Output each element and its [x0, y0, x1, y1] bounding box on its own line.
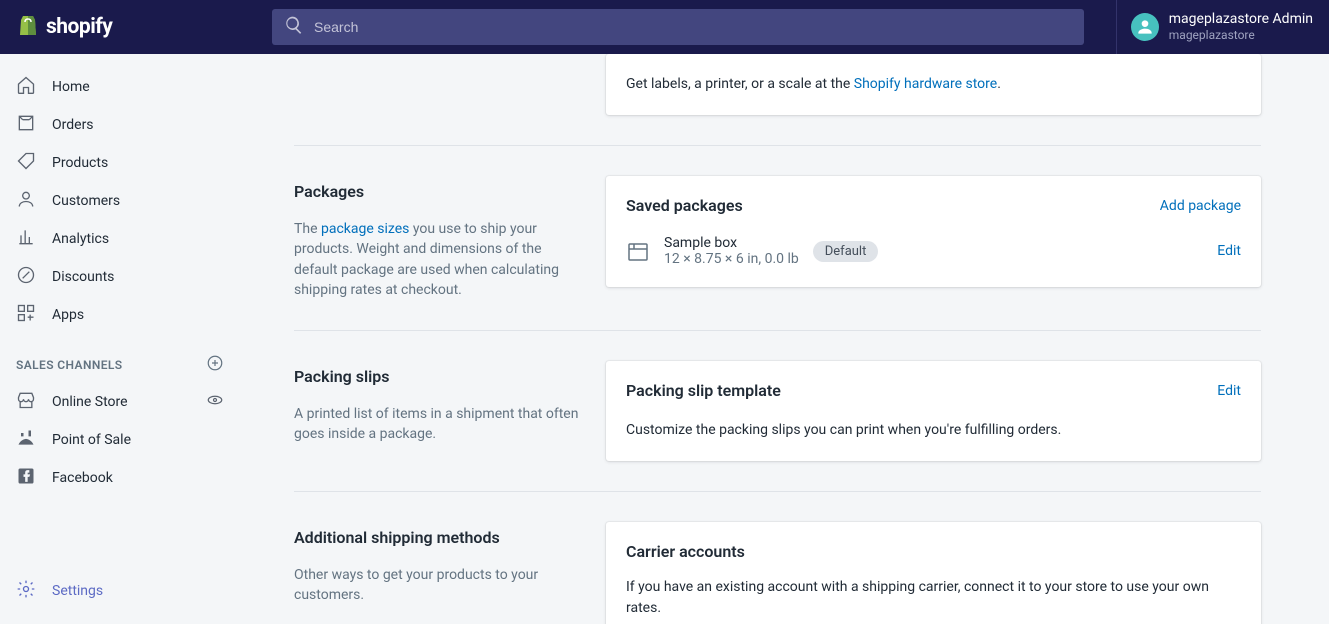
packing-slip-card: Packing slip template Edit Customize the…: [606, 361, 1261, 461]
card-title: Carrier accounts: [626, 542, 745, 561]
sidebar-item-label: Discounts: [52, 269, 114, 285]
edit-template-link[interactable]: Edit: [1217, 383, 1241, 399]
sidebar-heading-sales-channels: SALES CHANNELS: [0, 334, 240, 383]
section-additional-methods: Additional shipping methods Other ways t…: [294, 491, 1261, 624]
default-badge: Default: [813, 241, 879, 262]
package-name: Sample box: [664, 235, 799, 251]
sidebar-item-label: Products: [52, 155, 108, 171]
section-packing-slips: Packing slips A printed list of items in…: [294, 330, 1261, 491]
search-icon: [284, 15, 304, 39]
sidebar-item-home[interactable]: Home: [0, 68, 240, 106]
sidebar-item-facebook[interactable]: Facebook: [0, 459, 240, 497]
section-description: Other ways to get your products to your …: [294, 565, 586, 606]
sidebar-item-apps[interactable]: Apps: [0, 296, 240, 334]
analytics-icon: [16, 227, 36, 251]
sidebar-item-orders[interactable]: Orders: [0, 106, 240, 144]
customers-icon: [16, 189, 36, 213]
sidebar-item-label: Customers: [52, 193, 120, 209]
search-input[interactable]: [314, 19, 1072, 35]
sidebar-item-label: Home: [52, 79, 90, 95]
user-store: mageplazastore: [1169, 28, 1313, 42]
package-row: Sample box 12 × 8.75 × 6 in, 0.0 lb Defa…: [626, 235, 1241, 267]
sidebar-item-label: Orders: [52, 117, 94, 133]
sidebar-item-label: Point of Sale: [52, 432, 131, 448]
section-heading: Additional shipping methods: [294, 528, 586, 547]
package-sizes-link[interactable]: package sizes: [321, 221, 409, 237]
hardware-card: Get labels, a printer, or a scale at the…: [606, 54, 1261, 115]
sidebar-item-settings[interactable]: Settings: [0, 572, 240, 610]
section-heading: Packing slips: [294, 367, 586, 386]
sidebar-item-label: Settings: [52, 583, 103, 599]
search-wrap: [240, 9, 1116, 45]
section-heading: Packages: [294, 182, 586, 201]
section-packages: Packages The package sizes you use to sh…: [294, 145, 1261, 330]
brand-logo[interactable]: shopify: [0, 13, 240, 41]
section-description: A printed list of items in a shipment th…: [294, 404, 586, 445]
search-box[interactable]: [272, 9, 1084, 45]
store-icon: [16, 390, 36, 414]
card-title: Saved packages: [626, 196, 743, 215]
sidebar-item-label: Analytics: [52, 231, 109, 247]
sidebar-item-customers[interactable]: Customers: [0, 182, 240, 220]
saved-packages-card: Saved packages Add package Sample box 12…: [606, 176, 1261, 287]
topbar: shopify mageplazastore Admin mageplazast…: [0, 0, 1329, 54]
sidebar: Home Orders Products Customers Analytics…: [0, 54, 240, 624]
sidebar-item-analytics[interactable]: Analytics: [0, 220, 240, 258]
orders-icon: [16, 113, 36, 137]
section-description: The package sizes you use to ship your p…: [294, 219, 586, 300]
user-name: mageplazastore Admin: [1169, 11, 1313, 28]
sidebar-item-label: Apps: [52, 307, 84, 323]
apps-icon: [16, 303, 36, 327]
section-hardware: Get labels, a printer, or a scale at the…: [294, 54, 1261, 145]
user-menu[interactable]: mageplazastore Admin mageplazastore: [1116, 0, 1329, 54]
hardware-text-before: Get labels, a printer, or a scale at the: [626, 76, 854, 92]
package-dimensions: 12 × 8.75 × 6 in, 0.0 lb: [664, 251, 799, 267]
sidebar-item-online-store[interactable]: Online Store: [0, 383, 240, 421]
carrier-text: If you have an existing account with a s…: [626, 577, 1241, 619]
package-icon: [626, 239, 650, 263]
home-icon: [16, 75, 36, 99]
sidebar-item-pos[interactable]: Point of Sale: [0, 421, 240, 459]
card-title: Packing slip template: [626, 381, 781, 400]
carrier-accounts-card: Carrier accounts If you have an existing…: [606, 522, 1261, 624]
products-icon: [16, 151, 36, 175]
add-channel-icon[interactable]: [206, 354, 224, 375]
view-store-icon[interactable]: [206, 391, 224, 413]
shopify-bag-icon: [16, 13, 40, 41]
hardware-store-link[interactable]: Shopify hardware store: [854, 76, 997, 92]
sidebar-item-discounts[interactable]: Discounts: [0, 258, 240, 296]
edit-package-link[interactable]: Edit: [1217, 243, 1241, 259]
sidebar-item-products[interactable]: Products: [0, 144, 240, 182]
discounts-icon: [16, 265, 36, 289]
add-package-link[interactable]: Add package: [1160, 198, 1241, 214]
hardware-text-after: .: [997, 76, 1001, 92]
packing-slip-text: Customize the packing slips you can prin…: [626, 420, 1241, 441]
pos-icon: [16, 428, 36, 452]
gear-icon: [16, 579, 36, 603]
user-texts: mageplazastore Admin mageplazastore: [1169, 11, 1313, 42]
sidebar-heading-label: SALES CHANNELS: [16, 358, 123, 372]
sidebar-item-label: Facebook: [52, 470, 113, 486]
main-content: Get labels, a printer, or a scale at the…: [240, 54, 1329, 624]
facebook-icon: [16, 466, 36, 490]
brand-text: shopify: [46, 15, 112, 39]
avatar: [1131, 13, 1159, 41]
sidebar-item-label: Online Store: [52, 394, 128, 410]
